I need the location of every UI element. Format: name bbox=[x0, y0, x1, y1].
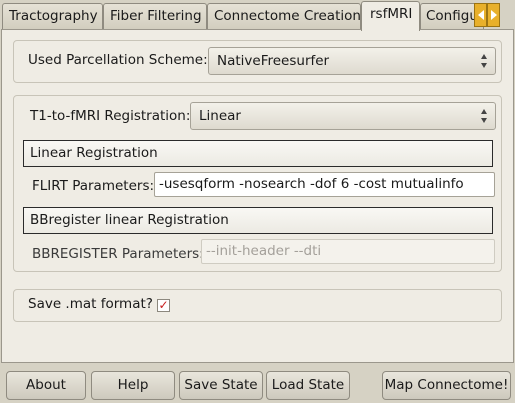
section-title: BBregister linear Registration bbox=[30, 212, 229, 228]
tab-bar: Tractography Fiber Filtering Connectome … bbox=[0, 0, 515, 31]
tab-tractography[interactable]: Tractography bbox=[2, 3, 103, 29]
updown-arrows-icon bbox=[480, 54, 488, 68]
parcellation-label: Used Parcellation Scheme: bbox=[28, 52, 208, 68]
registration-label: T1-to-fMRI Registration: bbox=[30, 108, 191, 124]
checkmark-icon: ✓ bbox=[158, 298, 169, 312]
parcellation-value: NativeFreesurfer bbox=[217, 53, 330, 69]
flirt-parameters-label: FLIRT Parameters: bbox=[32, 178, 155, 194]
save-mat-checkbox[interactable]: ✓ bbox=[157, 299, 170, 312]
tab-fiber-filtering[interactable]: Fiber Filtering bbox=[103, 3, 207, 29]
bbregister-header: BBregister linear Registration bbox=[23, 207, 493, 234]
save-mat-group: Save .mat format? ✓ bbox=[13, 289, 502, 322]
button-label: Map Connectome! bbox=[384, 377, 509, 393]
about-button[interactable]: About bbox=[6, 371, 86, 400]
button-label: Save State bbox=[184, 377, 258, 393]
save-mat-label: Save .mat format? bbox=[28, 296, 153, 312]
parcellation-scheme-select[interactable]: NativeFreesurfer bbox=[208, 47, 496, 75]
registration-group: T1-to-fMRI Registration: Linear Linear R… bbox=[13, 95, 502, 272]
tab-label: rsfMRI bbox=[370, 6, 413, 22]
tab-label: Connectome Creation bbox=[214, 8, 361, 24]
updown-arrows-icon bbox=[480, 109, 488, 123]
tab-rsfmri[interactable]: rsfMRI bbox=[361, 1, 420, 31]
tab-scroll-left-button[interactable] bbox=[474, 3, 487, 27]
map-connectome-button[interactable]: Map Connectome! bbox=[382, 371, 511, 400]
tab-label: Configu bbox=[426, 8, 478, 24]
tab-scroll-right-button[interactable] bbox=[487, 3, 500, 27]
bbregister-parameters-input[interactable]: --init-header --dti bbox=[201, 239, 495, 264]
arrow-left-icon bbox=[477, 10, 484, 20]
bbregister-parameters-value: --init-header --dti bbox=[206, 243, 322, 259]
tab-label: Fiber Filtering bbox=[110, 8, 202, 24]
flirt-parameters-input[interactable]: -usesqform -nosearch -dof 6 -cost mutual… bbox=[154, 172, 495, 197]
tab-label: Tractography bbox=[9, 8, 98, 24]
arrow-right-icon bbox=[490, 10, 497, 20]
flirt-parameters-value: -usesqform -nosearch -dof 6 -cost mutual… bbox=[159, 176, 464, 192]
parcellation-group: Used Parcellation Scheme: NativeFreesurf… bbox=[13, 40, 502, 83]
registration-method-select[interactable]: Linear bbox=[190, 102, 496, 130]
button-label: Help bbox=[117, 377, 149, 393]
linear-registration-header: Linear Registration bbox=[23, 140, 493, 167]
button-label: About bbox=[26, 377, 66, 393]
load-state-button[interactable]: Load State bbox=[266, 371, 350, 400]
registration-value: Linear bbox=[199, 108, 241, 124]
tab-connectome-creation[interactable]: Connectome Creation bbox=[207, 3, 361, 29]
bbregister-parameters-label: BBREGISTER Parameters: bbox=[32, 246, 204, 262]
button-label: Load State bbox=[271, 377, 345, 393]
rsfmri-tab-pane: Used Parcellation Scheme: NativeFreesurf… bbox=[1, 29, 514, 363]
section-title: Linear Registration bbox=[30, 145, 158, 161]
save-state-button[interactable]: Save State bbox=[179, 371, 263, 400]
help-button[interactable]: Help bbox=[91, 371, 175, 400]
